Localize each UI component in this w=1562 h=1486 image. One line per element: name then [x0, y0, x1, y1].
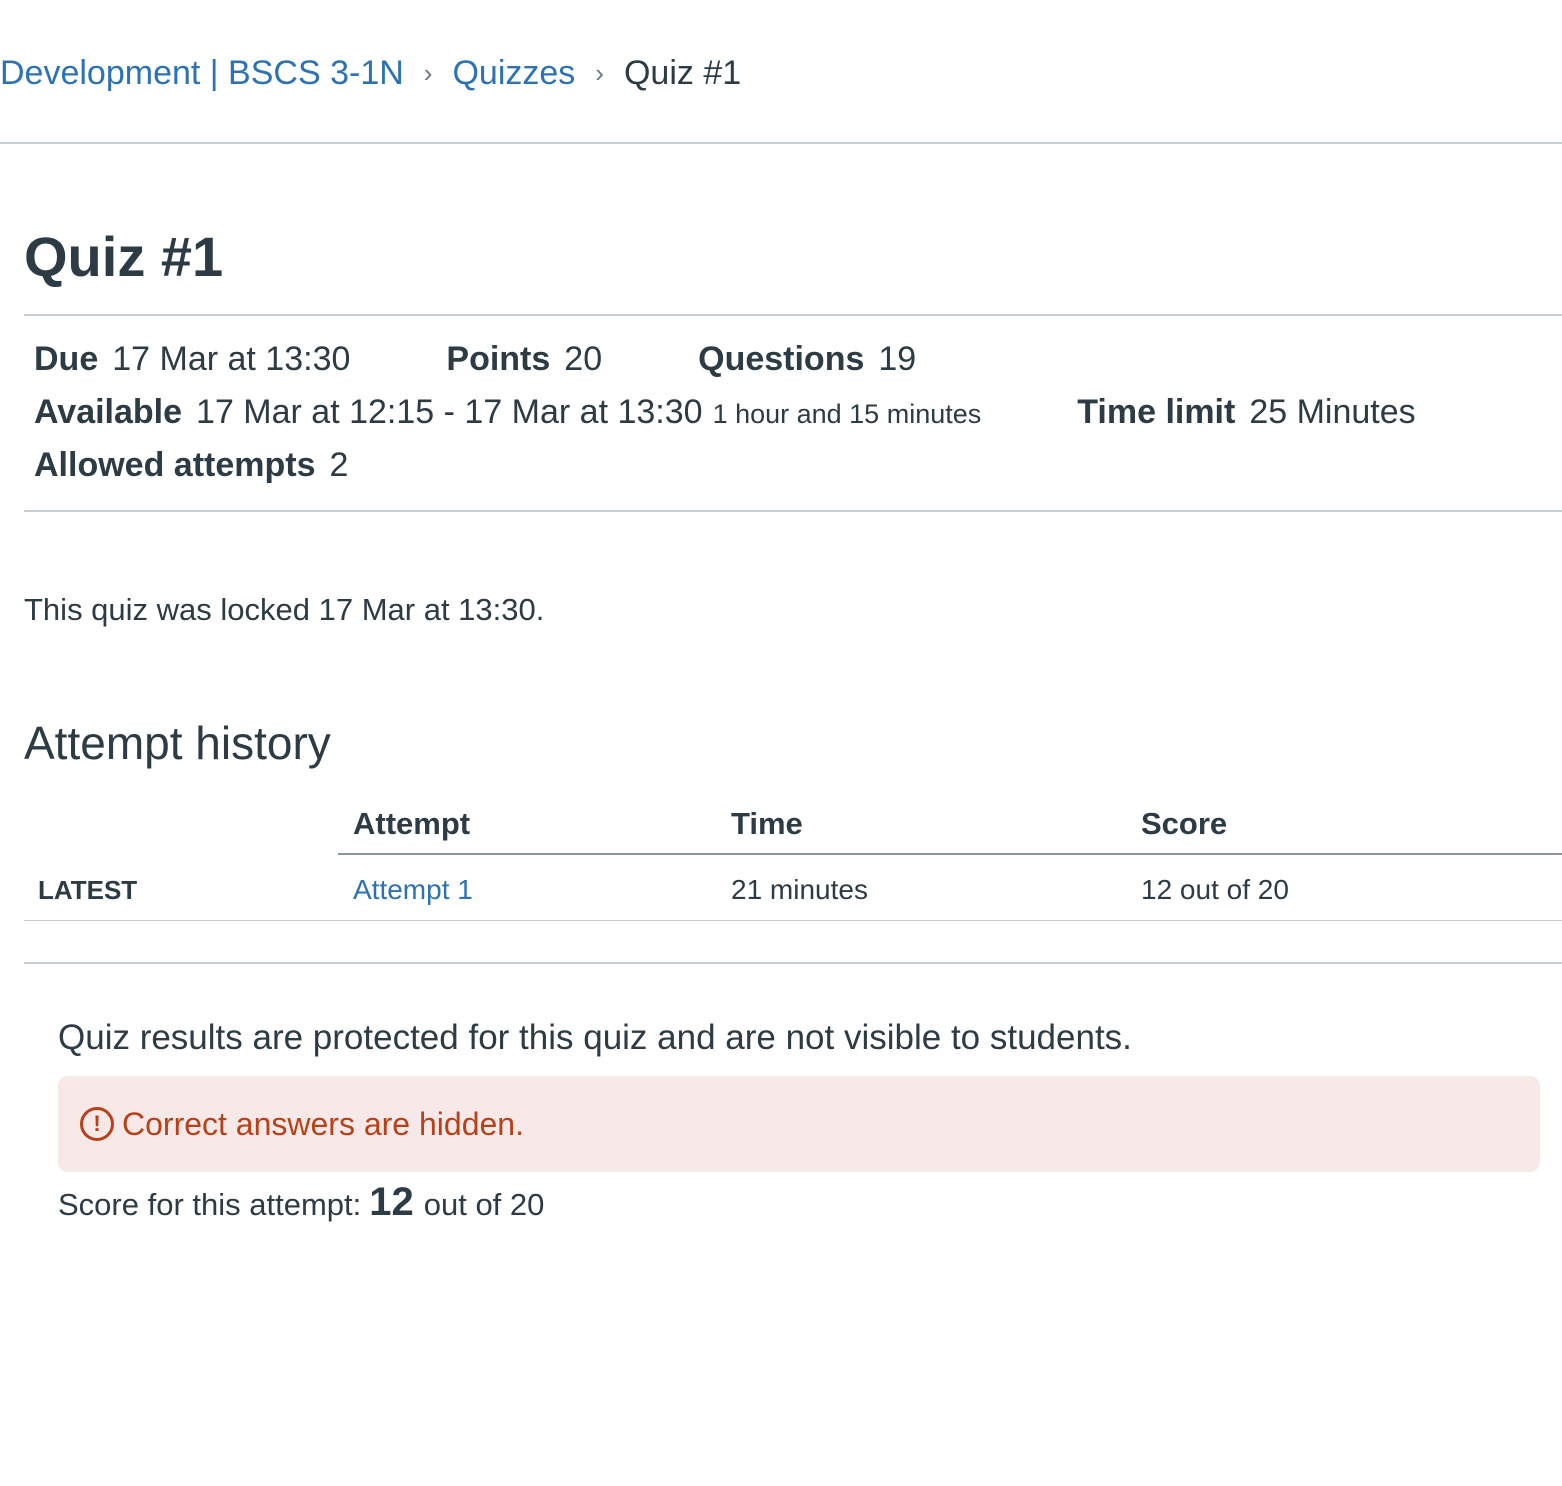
latest-tag: LATEST — [38, 875, 138, 905]
breadcrumb-current: Quiz #1 — [623, 53, 742, 92]
attempt-table-header: Attempt Time Score — [24, 806, 1562, 856]
attempt-score-summary: Score for this attempt: 12 out of 20 — [58, 1180, 544, 1225]
breadcrumb: Development | BSCS 3-1N › Quizzes › Quiz… — [0, 50, 741, 96]
exclamation-circle-icon: ! — [80, 1107, 114, 1141]
available-duration: 1 hour and 15 minutes — [712, 399, 982, 429]
score-suffix: out of 20 — [423, 1187, 545, 1222]
table-row-divider — [24, 920, 1562, 921]
attempt-score: 12 out of 20 — [1141, 874, 1289, 905]
allowed-attempts-label: Allowed attempts — [34, 446, 316, 484]
due-value: 17 Mar at 13:30 — [112, 340, 351, 378]
chevron-right-icon: › — [423, 57, 433, 88]
attempt-link[interactable]: Attempt 1 — [353, 874, 473, 906]
score-prefix: Score for this attempt: — [58, 1187, 362, 1222]
attempt-history-heading: Attempt history — [24, 717, 331, 769]
header-divider — [0, 142, 1562, 144]
quiz-meta-row-1: Due 17 Mar at 13:30 Points 20 Questions … — [34, 340, 916, 379]
points-value: 20 — [564, 340, 603, 378]
breadcrumb-quizzes-link[interactable]: Quizzes — [452, 54, 575, 93]
quiz-meta-row-3: Allowed attempts 2 — [34, 446, 348, 485]
table-header-divider — [338, 853, 1562, 855]
questions-label: Questions — [698, 340, 865, 378]
column-header-score: Score — [1141, 806, 1228, 841]
breadcrumb-course-link[interactable]: Development | BSCS 3-1N — [0, 54, 404, 93]
page-title: Quiz #1 — [24, 225, 224, 288]
column-header-attempt: Attempt — [353, 806, 471, 841]
quiz-meta-row-2: Available 17 Mar at 12:15 - 17 Mar at 13… — [34, 393, 1416, 432]
locked-message: This quiz was locked 17 Mar at 13:30. — [24, 592, 545, 627]
results-divider — [24, 962, 1562, 964]
correct-answers-hidden-alert: ! Correct answers are hidden. — [58, 1076, 1540, 1172]
table-row: LATEST Attempt 1 21 minutes 12 out of 20 — [24, 858, 1562, 920]
attempt-time: 21 minutes — [731, 874, 868, 905]
available-label: Available — [34, 393, 183, 431]
points-label: Points — [446, 340, 551, 378]
available-value: 17 Mar at 12:15 - 17 Mar at 13:30 — [196, 393, 703, 431]
results-protected-message: Quiz results are protected for this quiz… — [58, 1018, 1132, 1057]
meta-divider — [24, 510, 1562, 512]
time-limit-value: 25 Minutes — [1249, 393, 1416, 431]
column-header-time: Time — [731, 806, 803, 841]
questions-value: 19 — [878, 340, 917, 378]
due-label: Due — [34, 340, 99, 378]
chevron-right-icon: › — [595, 57, 604, 88]
alert-text: Correct answers are hidden. — [122, 1105, 524, 1142]
title-divider — [24, 314, 1562, 316]
allowed-attempts-value: 2 — [329, 446, 349, 484]
time-limit-label: Time limit — [1077, 393, 1236, 431]
score-value: 12 — [369, 1180, 414, 1224]
